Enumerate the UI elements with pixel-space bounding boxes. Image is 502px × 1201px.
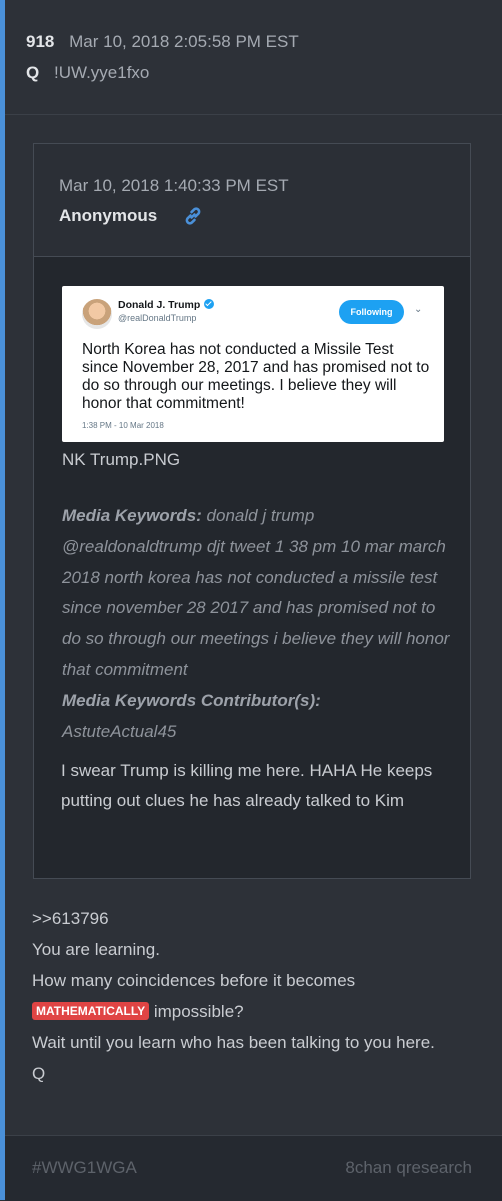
chevron-down-icon: ⌄ — [414, 304, 423, 315]
media-keywords: Media Keywords: donald j trump @realdona… — [62, 501, 457, 747]
quoted-post-header: Mar 10, 2018 1:40:33 PM EST Anonymous — [34, 144, 470, 257]
reply-link[interactable]: >>613796 — [32, 903, 472, 934]
quoted-post: Mar 10, 2018 1:40:33 PM EST Anonymous Do… — [33, 143, 471, 879]
verified-icon — [204, 299, 215, 309]
body-line: You are learning. — [32, 940, 160, 959]
hashtag: #WWG1WGA — [32, 1158, 137, 1177]
post-header: 918 Mar 10, 2018 2:05:58 PM EST Q !UW.yy… — [26, 30, 299, 85]
tweet-handle: @realDonaldTrump — [118, 313, 197, 323]
image-filename[interactable]: NK Trump.PNG — [62, 450, 180, 470]
post-date: Mar 10, 2018 2:05:58 PM EST — [69, 32, 299, 51]
body-line: impossible? — [149, 1002, 244, 1021]
post-body: >>613796 You are learning. How many coin… — [32, 903, 472, 1089]
media-keywords-label: Media Keywords: — [62, 506, 202, 525]
post-author: Q — [26, 63, 40, 82]
contributor-name: AstuteActual45 — [62, 721, 177, 741]
link-icon[interactable] — [181, 204, 205, 228]
contributor-label: Media Keywords Contributor(s): — [62, 690, 321, 710]
avatar — [82, 299, 112, 329]
body-signature: Q — [32, 1064, 46, 1083]
tweet-image[interactable]: Donald J. Trump @realDonaldTrump Followi… — [62, 286, 444, 442]
post-tripcode: !UW.yye1fxo — [53, 63, 150, 82]
source-label: 8chan qresearch — [345, 1158, 472, 1177]
post-footer: #WWG1WGA 8chan qresearch — [5, 1135, 502, 1201]
post-number[interactable]: 918 — [26, 32, 54, 51]
following-button: Following — [339, 300, 404, 324]
quoted-post-date: Mar 10, 2018 1:40:33 PM EST — [59, 176, 289, 195]
media-keywords-text: donald j trump @realdonaldtrump djt twee… — [62, 506, 450, 679]
tweet-text: North Korea has not conducted a Missile … — [82, 341, 430, 412]
highlight-badge: MATHEMATICALLY — [32, 1002, 150, 1020]
header-divider — [5, 114, 502, 115]
body-line: How many coincidences before it becomes — [32, 971, 356, 990]
tweet-timestamp: 1:38 PM - 10 Mar 2018 — [82, 421, 164, 430]
tweet-author-name: Donald J. Trump — [118, 299, 201, 311]
quoted-post-author: Anonymous — [59, 206, 158, 225]
quoted-post-message: I swear Trump is killing me here. HAHA H… — [61, 761, 433, 810]
body-line: Wait until you learn who has been talkin… — [32, 1033, 435, 1052]
